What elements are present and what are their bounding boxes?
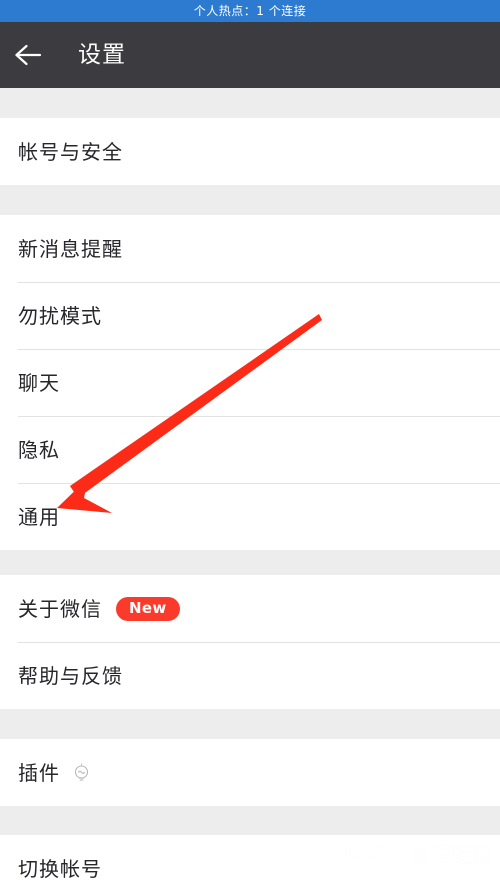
row-label: 关于微信 (18, 596, 102, 621)
page-title: 设置 (78, 41, 126, 68)
settings-group-preferences: 新消息提醒 勿扰模式 聊天 隐私 通用 (0, 215, 500, 550)
settings-group-about: 关于微信 New 帮助与反馈 (0, 575, 500, 709)
section-gap (0, 709, 500, 739)
status-bar-hotspot-text: 个人热点：1 个连接 (193, 4, 307, 18)
back-button[interactable] (0, 22, 56, 88)
section-gap (0, 550, 500, 575)
settings-group-plugins: 插件 (0, 739, 500, 806)
settings-row-account-security[interactable]: 帐号与安全 (0, 118, 500, 185)
settings-row-new-message-notification[interactable]: 新消息提醒 (0, 215, 500, 282)
settings-row-do-not-disturb[interactable]: 勿扰模式 (0, 282, 500, 349)
status-badge-new: New (116, 596, 180, 621)
row-label: 隐私 (18, 437, 60, 462)
settings-row-general[interactable]: 通用 (0, 483, 500, 550)
settings-row-about-wechat[interactable]: 关于微信 New (0, 575, 500, 642)
section-gap (0, 185, 500, 215)
row-label: 通用 (18, 504, 60, 529)
settings-row-switch-account[interactable]: 切换帐号 (0, 835, 500, 889)
settings-group-account: 帐号与安全 (0, 118, 500, 185)
section-gap (0, 806, 500, 835)
row-label: 切换帐号 (18, 856, 102, 881)
row-label: 聊天 (18, 370, 60, 395)
settings-list: 帐号与安全 新消息提醒 勿扰模式 聊天 隐私 通用 关于微信 New 帮助与反馈… (0, 88, 500, 889)
phone-screen: 个人热点：1 个连接 设置 帐号与安全 新消息提醒 勿扰模式 聊天 隐私 通用 … (0, 0, 500, 889)
section-gap (0, 88, 500, 118)
settings-row-privacy[interactable]: 隐私 (0, 416, 500, 483)
row-label: 插件 (18, 760, 60, 785)
lightbulb-icon (72, 762, 91, 783)
title-bar: 设置 (0, 22, 500, 88)
row-label: 帮助与反馈 (18, 663, 123, 688)
row-label: 勿扰模式 (18, 303, 102, 328)
settings-row-help-feedback[interactable]: 帮助与反馈 (0, 642, 500, 709)
status-bar: 个人热点：1 个连接 (0, 0, 500, 22)
row-label: 新消息提醒 (18, 236, 123, 261)
settings-row-chat[interactable]: 聊天 (0, 349, 500, 416)
row-label: 帐号与安全 (18, 139, 123, 164)
settings-group-switch-account: 切换帐号 (0, 835, 500, 889)
back-arrow-icon (15, 44, 42, 66)
settings-row-plugins[interactable]: 插件 (0, 739, 500, 806)
